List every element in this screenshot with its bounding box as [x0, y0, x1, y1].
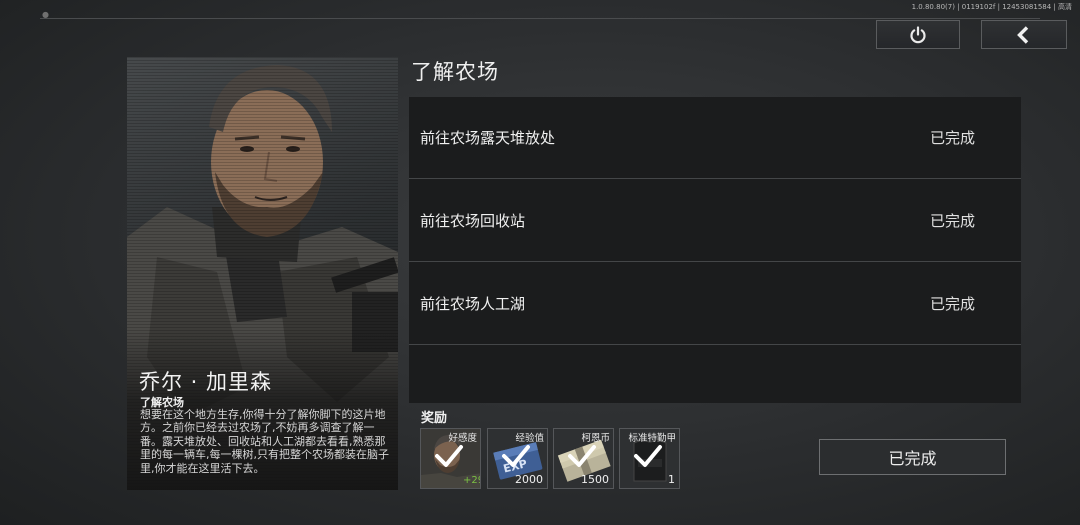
reward-name: 好感度 [448, 433, 477, 444]
quest-title: 了解农场 [411, 60, 499, 84]
reward-name: 标准特勤甲 [628, 433, 676, 444]
checkmark-icon [435, 445, 463, 467]
checkmark-icon [502, 445, 530, 467]
header-divider [40, 18, 1040, 19]
character-portrait: 乔尔 · 加里森 了解农场 想要在这个地方生存,你得十分了解你脚下的这片地方。之… [127, 57, 398, 490]
reward-quantity: 1500 [581, 473, 609, 486]
reward-item-currency[interactable]: 柯恩币 1500 [553, 428, 614, 489]
checkmark-icon [568, 445, 596, 467]
quest-description: 想要在这个地方生存,你得十分了解你脚下的这片地方。之前你已经去过农场了,不妨再多… [140, 408, 389, 475]
task-row: 前往农场人工湖 已完成 [409, 263, 1021, 345]
checkmark-icon [634, 445, 662, 467]
reward-item-experience[interactable]: EXP 经验值 2000 [487, 428, 548, 489]
task-list: 前往农场露天堆放处 已完成 前往农场回收站 已完成 前往农场人工湖 已完成 [409, 97, 1021, 403]
reward-name: 经验值 [515, 433, 544, 444]
task-label: 前往农场回收站 [420, 212, 526, 230]
task-label: 前往农场人工湖 [420, 295, 526, 313]
power-icon [910, 25, 926, 43]
task-label: 前往农场露天堆放处 [420, 129, 556, 147]
power-button[interactable] [876, 20, 960, 49]
task-status: 已完成 [929, 295, 975, 313]
complete-button[interactable]: 已完成 [819, 439, 1006, 475]
reward-item-affinity[interactable]: 好感度 +29 [420, 428, 481, 489]
reward-quantity: 2000 [515, 473, 543, 486]
task-status: 已完成 [929, 129, 975, 147]
chevron-left-icon [1017, 25, 1029, 44]
character-name: 乔尔 · 加里森 [139, 370, 273, 394]
reward-quantity: +29 [463, 475, 480, 486]
version-text: 1.0.80.80(7) | 0119102f | 12453081584 | … [911, 3, 1072, 11]
task-row: 前往农场回收站 已完成 [409, 180, 1021, 262]
task-status: 已完成 [929, 212, 975, 230]
task-row: 前往农场露天堆放处 已完成 [409, 97, 1021, 179]
rewards-label: 奖励 [421, 411, 448, 426]
reward-name: 柯恩币 [581, 433, 610, 444]
reward-item-armor[interactable]: 标准特勤甲 1 [619, 428, 680, 489]
reward-quantity: 1 [668, 473, 675, 486]
back-button[interactable] [981, 20, 1067, 49]
